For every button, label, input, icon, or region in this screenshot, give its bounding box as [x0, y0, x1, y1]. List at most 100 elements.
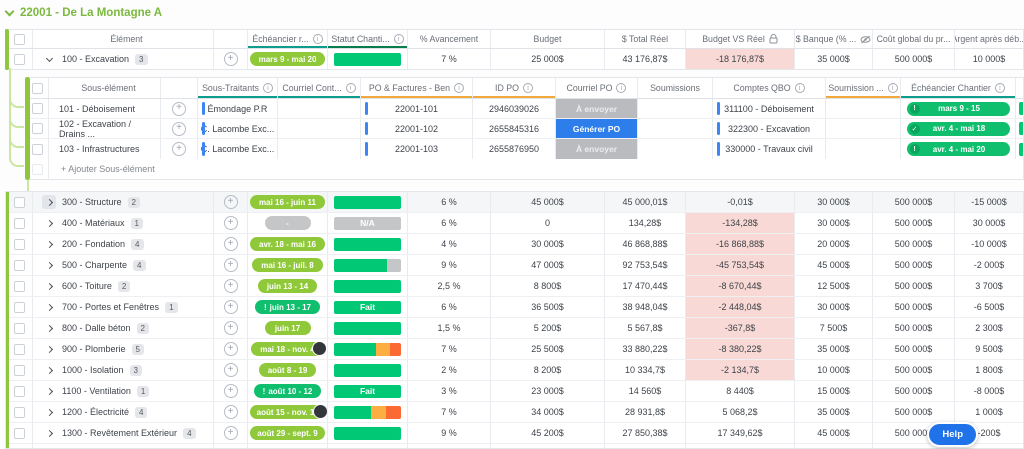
table-row[interactable] [6, 444, 1023, 449]
table-row[interactable]: 800 - Dalle béton 2 juin 17 1,5 % 5 200$… [6, 318, 1023, 339]
add-update-icon[interactable] [224, 279, 238, 293]
cout-global-cell[interactable]: 500 000$ [873, 402, 955, 422]
status-progress-bar[interactable] [334, 259, 401, 272]
budget-cell[interactable]: 0 [491, 213, 605, 233]
add-sub-element-label[interactable]: + Ajouter Sous-élément [49, 159, 1023, 179]
status-progress-bar[interactable] [334, 196, 401, 209]
add-update-icon[interactable] [224, 258, 238, 272]
courriel-contact-cell[interactable] [278, 99, 361, 118]
schedule-pill[interactable]: mai 16 - juin 11 [250, 195, 325, 209]
banque-cell[interactable]: 35 000$ [795, 49, 873, 69]
expand-toggle[interactable] [42, 279, 56, 293]
schedule-pill[interactable]: août 8 - 19 [259, 363, 317, 377]
cout-global-cell[interactable]: 500 000$ [873, 234, 955, 254]
expand-toggle[interactable] [42, 52, 56, 66]
banque-cell[interactable]: 20 000$ [795, 234, 873, 254]
collapse-chevron-icon[interactable] [5, 7, 15, 17]
table-row[interactable]: 400 - Matériaux 1 - N/A 6 % 0 134,28$ -1… [6, 213, 1023, 234]
info-icon[interactable] [888, 83, 898, 93]
row-checkbox[interactable] [14, 344, 25, 355]
row-checkbox[interactable] [14, 239, 25, 250]
avancement-cell[interactable]: 9 % [408, 255, 491, 275]
cout-global-cell[interactable]: 500 000$ [873, 49, 955, 69]
avancement-cell[interactable]: 4 % [408, 234, 491, 254]
avancement-cell[interactable] [408, 444, 491, 449]
total-reel-cell[interactable]: 27 850,38$ [605, 423, 686, 443]
schedule-pill[interactable]: mai 18 - nov. 4 [251, 342, 324, 356]
row-checkbox[interactable] [14, 428, 25, 439]
banque-cell[interactable]: 30 000$ [795, 297, 873, 317]
comptes-qbo-cell[interactable]: 330000 - Travaux civil [713, 139, 826, 159]
banque-cell[interactable]: 15 000$ [795, 381, 873, 401]
row-checkbox[interactable] [14, 407, 25, 418]
budget-vs-reel-cell[interactable]: -2 448,04$ [686, 297, 795, 317]
argent-apres-cell[interactable]: 30 000$ [955, 213, 1023, 233]
status-progress-bar[interactable]: Fait [334, 301, 401, 314]
budget-vs-reel-cell[interactable]: -8 670,44$ [686, 276, 795, 296]
select-all-checkbox[interactable] [32, 83, 43, 94]
argent-apres-cell[interactable]: -6 500$ [955, 297, 1023, 317]
info-icon[interactable] [454, 83, 464, 93]
add-update-icon[interactable] [224, 342, 238, 356]
status-progress-bar[interactable] [334, 406, 401, 419]
schedule-pill[interactable]: - [265, 216, 311, 230]
total-reel-cell[interactable]: 10 334,7$ [605, 360, 686, 380]
help-button[interactable]: Help [927, 422, 978, 447]
total-reel-cell[interactable]: 38 948,04$ [605, 297, 686, 317]
status-progress-bar[interactable] [334, 364, 401, 377]
table-row[interactable]: 500 - Charpente 4 mai 16 - juil. 8 9 % 4… [6, 255, 1023, 276]
expand-toggle[interactable] [42, 363, 56, 377]
add-update-icon[interactable] [224, 216, 238, 230]
avancement-cell[interactable]: 7 % [408, 402, 491, 422]
argent-apres-cell[interactable]: -2 000$ [955, 255, 1023, 275]
expand-toggle[interactable] [42, 300, 56, 314]
add-update-icon[interactable] [224, 300, 238, 314]
row-checkbox[interactable] [14, 302, 25, 313]
budget-vs-reel-cell[interactable]: -45 753,54$ [686, 255, 795, 275]
expand-toggle[interactable] [42, 405, 56, 419]
info-icon[interactable] [995, 83, 1005, 93]
total-reel-cell[interactable]: 92 753,54$ [605, 255, 686, 275]
banque-cell[interactable]: 30 000$ [795, 192, 873, 212]
banque-cell[interactable]: 30 000$ [795, 213, 873, 233]
budget-cell[interactable]: 8 200$ [491, 360, 605, 380]
add-update-icon[interactable] [224, 237, 238, 251]
avancement-cell[interactable]: 6 % [408, 297, 491, 317]
status-progress-bar[interactable] [334, 322, 401, 335]
courriel-po-cell[interactable]: Générer PO [556, 119, 638, 138]
cout-global-cell[interactable]: 500 000$ [873, 255, 955, 275]
budget-cell[interactable]: 45 200$ [491, 423, 605, 443]
expand-toggle[interactable] [42, 195, 56, 209]
add-update-icon[interactable] [224, 405, 238, 419]
row-checkbox[interactable] [14, 323, 25, 334]
argent-apres-cell[interactable]: -8 000$ [955, 381, 1023, 401]
info-icon[interactable] [523, 83, 533, 93]
avancement-cell[interactable]: 2,5 % [408, 276, 491, 296]
expand-toggle[interactable] [42, 384, 56, 398]
cout-global-cell[interactable]: 500 000$ [873, 381, 955, 401]
sub-table-row[interactable]: 103 - Infrastructures C. Lacombe Exc... … [26, 139, 1023, 159]
cout-global-cell[interactable]: 500 000$ [873, 213, 955, 233]
budget-vs-reel-cell[interactable]: 17 349,62$ [686, 423, 795, 443]
argent-apres-cell[interactable]: -15 000$ [955, 192, 1023, 212]
total-reel-cell[interactable]: 46 868,88$ [605, 234, 686, 254]
budget-vs-reel-cell[interactable]: -367,8$ [686, 318, 795, 338]
schedule-pill[interactable]: avr. 18 - mai 16 [250, 237, 325, 251]
chantier-schedule-pill[interactable]: !avr. 4 - mai 20 [907, 142, 1010, 156]
po-action-button[interactable]: À envoyer [556, 139, 637, 159]
schedule-pill[interactable]: août 15 - nov. 11 [250, 405, 325, 419]
avancement-cell[interactable]: 7 % [408, 49, 491, 69]
row-checkbox[interactable] [32, 164, 43, 175]
banque-cell[interactable] [795, 444, 873, 449]
add-update-icon[interactable] [224, 363, 238, 377]
soumission2-cell[interactable] [826, 139, 901, 159]
cout-global-cell[interactable]: 500 000$ [873, 339, 955, 359]
total-reel-cell[interactable]: 43 176,87$ [605, 49, 686, 69]
add-update-icon[interactable] [224, 195, 238, 209]
echeancier-chantier-cell[interactable]: ✓avr. 4 - mai 18 [901, 119, 1016, 138]
avancement-cell[interactable]: 1,5 % [408, 318, 491, 338]
row-checkbox[interactable] [14, 54, 25, 65]
total-reel-cell[interactable]: 33 880,22$ [605, 339, 686, 359]
budget-cell[interactable]: 8 800$ [491, 276, 605, 296]
table-row[interactable]: 1300 - Revêtement Extérieur 4 août 29 - … [6, 423, 1023, 444]
